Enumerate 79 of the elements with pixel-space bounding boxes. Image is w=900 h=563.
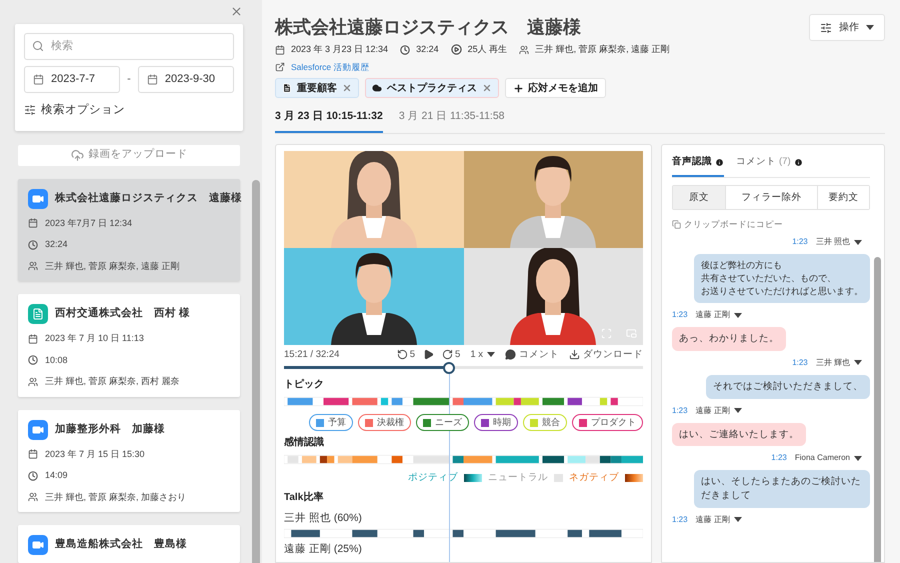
- tag-label: 重要顧客: [297, 81, 337, 96]
- speaker-dropdown[interactable]: 遠藤 正剛: [696, 309, 742, 322]
- meeting-title: 豊島造船株式会社 豊島様: [55, 537, 187, 552]
- meeting-title: 株式会社遠藤ロジスティクス 遠藤様: [275, 16, 581, 39]
- play-count: 25人 再生: [468, 43, 508, 56]
- message-line: 共有させていただいた、もので、: [701, 272, 837, 286]
- meeting-date: 2023 年 7 月 15 日 15:30: [45, 448, 145, 460]
- topic-legend-chip[interactable]: プロダクト: [572, 414, 643, 432]
- sentiment-legend-label: ポジティブ: [408, 471, 458, 486]
- transcript-mode-tab[interactable]: 原文: [673, 186, 725, 210]
- talk-ratio-heading: Talk比率: [284, 490, 324, 504]
- incoming-message-bubble: あっ、わかりました。: [672, 327, 786, 351]
- end-date-field[interactable]: 2023-9-30: [138, 66, 234, 93]
- sentiment-legend-label: ネガティブ: [569, 471, 619, 486]
- outgoing-message-bubble: はい、そしたらまたあのご検討いただきまして: [694, 470, 870, 508]
- topic-legend-chip[interactable]: 競合: [523, 414, 567, 432]
- speaker-talk-ratio: 遠藤 正剛 (25%): [284, 542, 363, 558]
- transcript-mode-tab[interactable]: 要約文: [817, 186, 869, 210]
- speaker-dropdown[interactable]: 三井 輝也: [816, 356, 862, 369]
- message-line: 後ほど弊社の方にも: [701, 259, 783, 272]
- meeting-participants: 三井 輝也, 菅原 麻梨奈, 加藤さおり: [45, 490, 186, 504]
- meeting-date: 2023 年 3 月23 日 12:34: [291, 43, 388, 56]
- actions-dropdown-button[interactable]: 操作: [809, 14, 885, 41]
- tag-label: ベストプラクティス: [387, 81, 477, 96]
- message-time[interactable]: 1:23: [792, 236, 808, 248]
- speaker-dropdown[interactable]: 三井 照也: [816, 236, 862, 248]
- forward-button[interactable]: 5: [442, 348, 460, 362]
- speaker-dropdown[interactable]: Fiona Cameron: [794, 452, 862, 464]
- topic-legend-chip[interactable]: 時期: [474, 414, 518, 432]
- meeting-participants: 三井 輝也, 菅原 麻梨奈, 西村 麗奈: [45, 375, 180, 388]
- message-time[interactable]: 1:23: [792, 356, 808, 369]
- topic-legend-chip[interactable]: 予算: [309, 414, 353, 432]
- session-tab[interactable]: 3 月 23 日 10:15-11:32: [275, 109, 383, 133]
- message-time[interactable]: 1:23: [771, 452, 787, 464]
- meeting-participants: 三井 輝也, 菅原 麻梨奈, 遠藤 正剛: [535, 43, 670, 56]
- speaker-dropdown[interactable]: 遠藤 正剛: [696, 404, 742, 417]
- meeting-date: 2023 年 7 月 10 日 11:13: [45, 332, 144, 345]
- meeting-card[interactable]: 豊島造船株式会社 豊島様: [18, 525, 240, 563]
- topic-legend-chip[interactable]: ニーズ: [416, 414, 469, 432]
- add-memo-button[interactable]: 応対メモを追加: [505, 78, 606, 98]
- sentiment-heading: 感情認識: [284, 436, 325, 450]
- meeting-duration: 32:24: [416, 43, 439, 56]
- rewind-button[interactable]: 5: [396, 348, 416, 362]
- meeting-participants: 三井 輝也, 菅原 麻梨奈, 遠藤 正剛: [45, 260, 180, 272]
- comment-button[interactable]: コメント: [505, 348, 559, 362]
- meeting-title: 株式会社遠藤ロジスティクス 遠藤様: [55, 190, 242, 206]
- speaker-dropdown[interactable]: 遠藤 正剛: [696, 514, 742, 526]
- meeting-duration: 14:09: [45, 469, 68, 482]
- message-time[interactable]: 1:23: [672, 404, 688, 417]
- date-separator: -: [127, 72, 131, 87]
- transcript-tab[interactable]: コメント (7): [736, 151, 803, 178]
- search-options-button[interactable]: 検索オプション: [24, 98, 234, 122]
- download-button[interactable]: ダウンロード: [569, 348, 643, 362]
- speed-dropdown[interactable]: 1 x: [470, 348, 495, 362]
- salesforce-link[interactable]: Salesforce 活動履歴: [291, 60, 370, 74]
- message-time[interactable]: 1:23: [672, 514, 688, 526]
- message-line: お送りさせていただければと思います。: [701, 285, 863, 298]
- sentiment-legend-label: ニュートラル: [488, 471, 548, 486]
- speaker-talk-ratio: 三井 照也 (60%): [284, 510, 363, 526]
- meeting-duration: 32:24: [45, 238, 68, 251]
- message-time[interactable]: 1:23: [672, 309, 688, 322]
- meeting-duration: 10:08: [45, 354, 68, 366]
- meeting-card[interactable]: 西村交通株式会社 西村 様 2023 年 7 月 10 日 11:13 10:08 三井 輝也, 菅原 麻梨奈, 西村 麗奈: [18, 294, 240, 396]
- meeting-card[interactable]: 加藤整形外科 加藤様 2023 年 7 月 15 日 15:30 14:09 三井 輝也, 菅原 麻梨奈, 加藤さおり: [18, 410, 240, 512]
- topic-legend-chip[interactable]: 決裁権: [358, 414, 411, 432]
- meeting-title: 西村交通株式会社 西村 様: [55, 306, 190, 322]
- upload-recording-button[interactable]: 録画をアップロード: [18, 144, 240, 166]
- topic-heading: トピック: [284, 378, 325, 392]
- outgoing-message-bubble: それではご検討いただきまして、: [706, 374, 870, 399]
- meeting-card[interactable]: 株式会社遠藤ロジスティクス 遠藤様 2023 年7月7 日 12:34 32:24 三井 輝也, 菅原 麻梨奈, 遠藤 正剛: [18, 178, 240, 281]
- meeting-date: 2023 年7月7 日 12:34: [45, 216, 132, 230]
- incoming-message-bubble: はい、ご連絡いたします。: [672, 422, 806, 446]
- start-date-field[interactable]: 2023-7-7: [24, 66, 120, 93]
- transcript-tab[interactable]: 音声認識: [672, 151, 724, 178]
- copy-to-clipboard-link[interactable]: クリップボードにコピー: [672, 218, 870, 231]
- meeting-title: 加藤整形外科 加藤様: [55, 422, 165, 437]
- session-tab[interactable]: 3 月 21 日 11:35-11:58: [398, 109, 505, 133]
- search-field[interactable]: 検索: [24, 32, 234, 60]
- playback-time: 15:21 / 32:24: [284, 348, 340, 362]
